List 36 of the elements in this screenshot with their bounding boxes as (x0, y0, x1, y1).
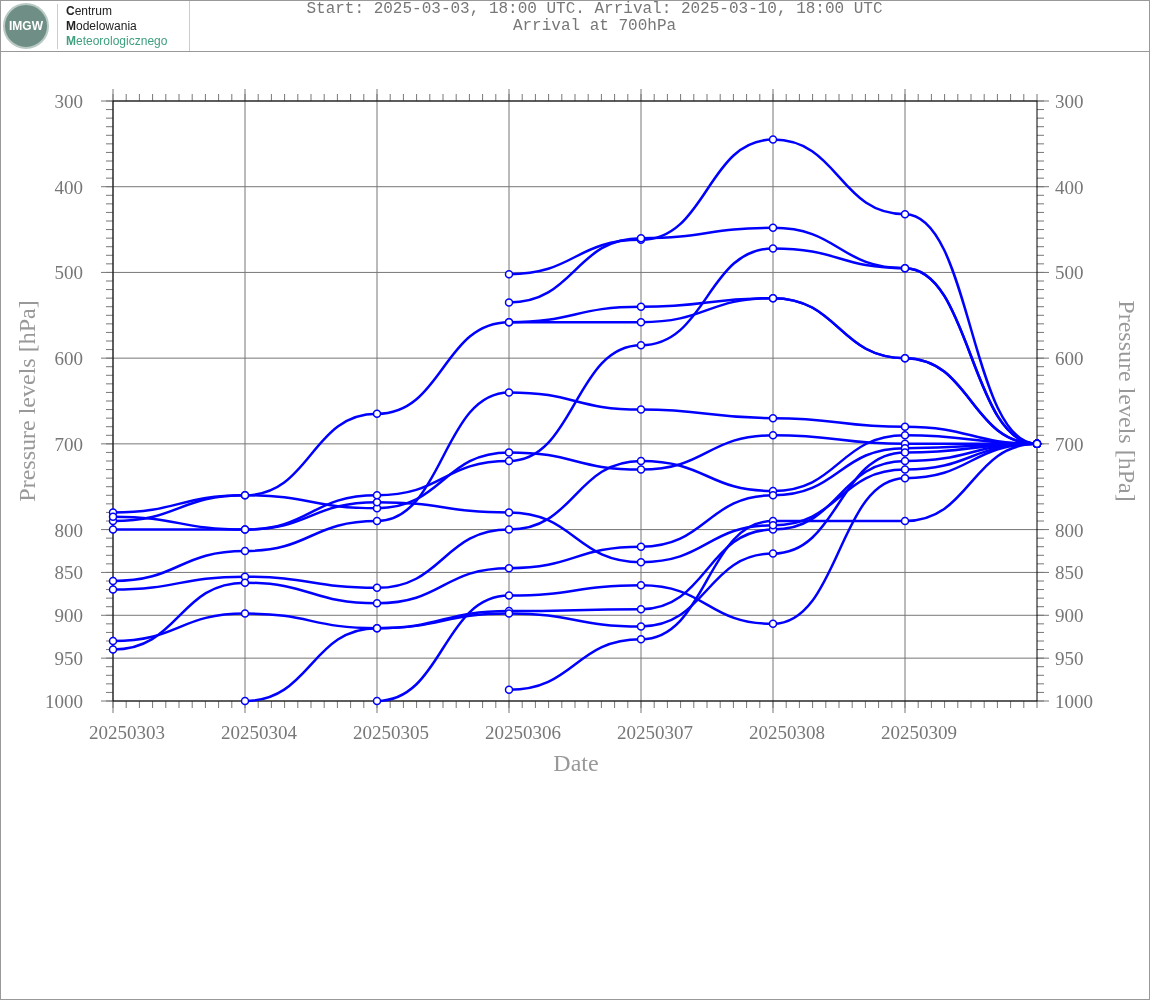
x-tick-label: 20250305 (353, 722, 429, 743)
y-tick-label: 500 (1055, 262, 1084, 284)
y-axis-title: Pressure levels [hPa] (1114, 300, 1140, 502)
y-tick-label: 850 (54, 562, 83, 584)
y-tick-label: 400 (54, 176, 83, 198)
logo-text: Modelowania (66, 18, 138, 34)
y-tick-label: 700 (54, 433, 83, 455)
y-tick-label: 900 (1055, 605, 1084, 627)
x-tick-label: 20250303 (89, 722, 165, 743)
y-tick-label: 300 (1055, 91, 1084, 112)
y-tick-label: 950 (54, 648, 83, 670)
x-tick-label: 20250306 (485, 722, 561, 743)
y-tick-label: 800 (54, 519, 83, 541)
y-tick-label: 850 (1055, 562, 1084, 584)
logo-badge: IMGW (3, 3, 49, 49)
y-axis-title: Pressure levels [hPa] (14, 300, 40, 502)
x-axis-title: Date (553, 750, 599, 772)
y-tick-label: 950 (1055, 648, 1084, 670)
x-tick-label: 20250308 (749, 722, 825, 743)
y-tick-label: 1000 (1055, 691, 1093, 712)
y-tick-label: 500 (54, 262, 83, 284)
x-tick-label: 20250309 (881, 722, 957, 743)
logo-text: Meteorologicznego (66, 33, 168, 49)
chart-title: Arrival at 700hPa (512, 18, 677, 35)
y-tick-label: 400 (1055, 176, 1084, 198)
x-tick-label: 20250304 (221, 722, 297, 743)
y-tick-label: 300 (54, 91, 83, 112)
y-tick-label: 900 (54, 605, 83, 627)
y-tick-label: 600 (1055, 348, 1084, 370)
y-tick-label: 600 (54, 348, 83, 370)
x-tick-label: 20250307 (617, 722, 693, 743)
y-tick-label: 800 (1055, 519, 1084, 541)
logo-text: Centrum (66, 3, 114, 19)
y-tick-label: 1000 (45, 691, 83, 712)
chart-title: Start: 2025-03-03, 18:00 UTC. Arrival: 2025-03-10, 18:00 UTC (306, 1, 883, 18)
y-tick-label: 700 (1055, 433, 1084, 455)
